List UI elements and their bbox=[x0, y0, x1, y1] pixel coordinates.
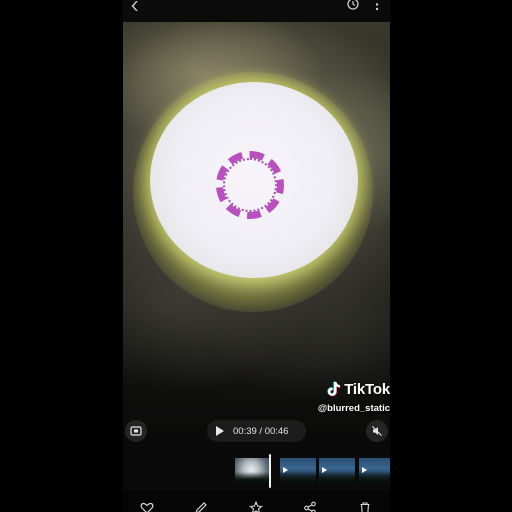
play-icon bbox=[283, 467, 288, 473]
timeline-strip[interactable] bbox=[123, 452, 390, 490]
tiktok-brand-text: TikTok bbox=[344, 380, 390, 398]
tiktok-icon bbox=[327, 381, 341, 397]
rotate-icon[interactable] bbox=[346, 0, 360, 11]
play-icon bbox=[362, 467, 367, 473]
media-viewer: TikTok @blurred_static 00:39 / 00:46 bbox=[123, 0, 390, 512]
play-icon bbox=[322, 467, 327, 473]
top-bar bbox=[123, 0, 390, 22]
delete-icon[interactable] bbox=[358, 501, 372, 512]
tiktok-logo-row: TikTok bbox=[327, 380, 390, 398]
screen-capture-button[interactable] bbox=[125, 420, 147, 442]
timeline-frame[interactable] bbox=[280, 458, 316, 484]
effects-icon[interactable] bbox=[249, 500, 263, 512]
timeline-frame[interactable] bbox=[235, 458, 271, 484]
play-icon[interactable] bbox=[216, 426, 224, 436]
mute-icon bbox=[372, 426, 382, 436]
more-vertical-icon[interactable] bbox=[374, 0, 380, 11]
timeline-frame[interactable] bbox=[359, 458, 390, 484]
playback-control[interactable]: 00:39 / 00:46 bbox=[207, 420, 306, 442]
screen-capture-icon bbox=[130, 426, 142, 436]
mute-button[interactable] bbox=[366, 420, 388, 442]
edit-icon[interactable] bbox=[194, 501, 208, 512]
tiktok-watermark: TikTok @blurred_static bbox=[294, 380, 390, 418]
playback-time: 00:39 / 00:46 bbox=[233, 425, 289, 437]
tiktok-handle: @blurred_static bbox=[317, 403, 390, 414]
purple-ring-inner bbox=[223, 158, 277, 212]
timeline-frame[interactable] bbox=[319, 458, 355, 484]
heart-icon[interactable] bbox=[140, 501, 154, 512]
timeline-playhead[interactable] bbox=[269, 454, 271, 488]
chevron-left-icon[interactable] bbox=[131, 0, 143, 12]
screen: TikTok @blurred_static 00:39 / 00:46 bbox=[0, 0, 512, 512]
video-frame[interactable]: TikTok @blurred_static 00:39 / 00:46 bbox=[123, 22, 390, 452]
share-icon[interactable] bbox=[303, 501, 317, 512]
bottom-action-bar bbox=[123, 496, 390, 512]
